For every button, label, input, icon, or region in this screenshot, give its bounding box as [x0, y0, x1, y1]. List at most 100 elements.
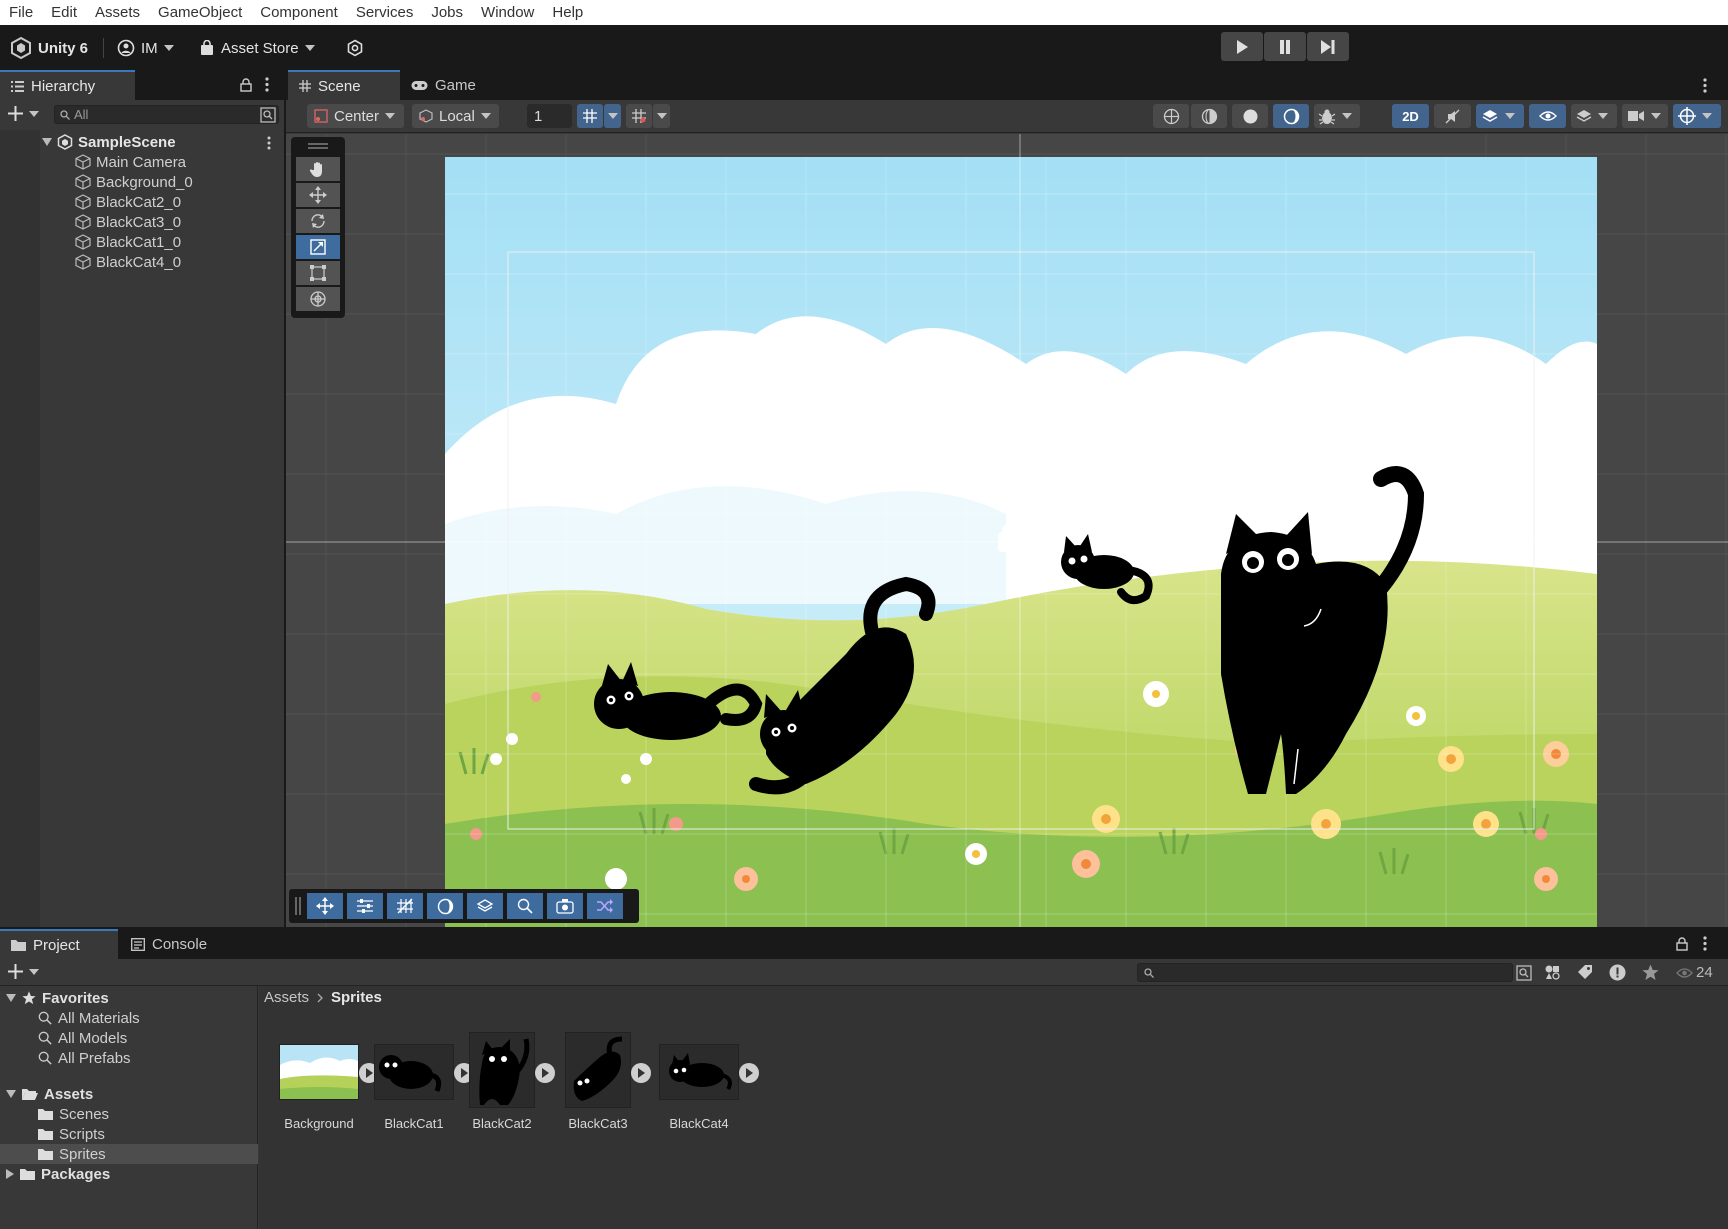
folder-row-selected[interactable]: Sprites — [0, 1144, 258, 1164]
lock-icon[interactable] — [240, 78, 252, 92]
asset-item-background[interactable]: Background — [279, 1044, 379, 1154]
move-tool-button[interactable] — [296, 183, 340, 207]
pivot-mode-dropdown[interactable]: Center — [307, 104, 404, 128]
favorite-item[interactable]: All Models — [0, 1028, 258, 1048]
folder-row[interactable]: Scripts — [0, 1124, 258, 1144]
pause-button[interactable] — [1264, 32, 1306, 61]
layers-dropdown[interactable] — [1571, 104, 1617, 128]
favorite-item[interactable]: All Prefabs — [0, 1048, 258, 1068]
asset-item-blackcat2[interactable]: BlackCat2 — [469, 1032, 565, 1154]
step-button[interactable] — [1307, 32, 1349, 61]
asset-item-blackcat1[interactable]: BlackCat1 — [374, 1044, 474, 1154]
menu-window[interactable]: Window — [472, 0, 543, 25]
assets-root-row[interactable]: Assets — [0, 1084, 258, 1104]
grid-size-input[interactable]: 1 — [527, 104, 572, 128]
tab-scene[interactable]: Scene — [288, 70, 400, 100]
filter-by-type-icon[interactable] — [1544, 964, 1561, 981]
overlay-grid-button[interactable] — [387, 893, 423, 919]
more-menu-icon[interactable] — [265, 77, 269, 92]
create-asset-button[interactable] — [8, 964, 39, 979]
overlay-lighting-button[interactable] — [427, 893, 463, 919]
visible-count-toggle[interactable]: 24 — [1676, 964, 1713, 981]
shaded-toggle[interactable] — [1232, 104, 1268, 128]
scene-more-icon[interactable] — [267, 136, 271, 150]
increment-snap-dropdown[interactable] — [653, 104, 670, 128]
tab-game[interactable]: Game — [400, 70, 500, 100]
more-menu-icon[interactable] — [1703, 936, 1707, 951]
menu-services[interactable]: Services — [347, 0, 423, 25]
menu-edit[interactable]: Edit — [42, 0, 86, 25]
view-tool-button[interactable] — [296, 157, 340, 181]
project-search-input[interactable] — [1137, 963, 1513, 982]
overlay-search-button[interactable] — [507, 893, 543, 919]
tab-hierarchy[interactable]: Hierarchy — [0, 70, 135, 100]
expand-sprite-button[interactable] — [631, 1063, 651, 1083]
gizmos-dropdown[interactable] — [1673, 104, 1721, 128]
drag-handle[interactable] — [295, 897, 297, 915]
increment-snap-toggle[interactable] — [626, 104, 652, 128]
add-object-button[interactable] — [8, 106, 39, 121]
lock-icon[interactable] — [1676, 937, 1688, 951]
hierarchy-item[interactable]: BlackCat2_0 — [75, 192, 181, 212]
scene-viewport[interactable] — [286, 134, 1728, 927]
search-filter-icon[interactable] — [260, 107, 276, 123]
overlay-settings-button[interactable] — [347, 893, 383, 919]
menu-help[interactable]: Help — [543, 0, 592, 25]
grid-snap-toggle[interactable] — [577, 104, 603, 128]
wireframe-toggle[interactable] — [1191, 104, 1227, 128]
tab-project[interactable]: Project — [0, 929, 118, 959]
menu-component[interactable]: Component — [251, 0, 347, 25]
effects-dropdown[interactable] — [1476, 104, 1524, 128]
favorite-item[interactable]: All Materials — [0, 1008, 258, 1028]
scale-tool-button[interactable] — [296, 235, 340, 259]
expand-sprite-button[interactable] — [535, 1063, 555, 1083]
tab-console[interactable]: Console — [120, 929, 230, 959]
favorites-row[interactable]: Favorites — [0, 988, 258, 1008]
search-filter-icon[interactable] — [1516, 965, 1532, 981]
drag-handle[interactable] — [308, 143, 328, 145]
hierarchy-item[interactable]: BlackCat4_0 — [75, 252, 181, 272]
breadcrumb-root[interactable]: Assets — [264, 989, 309, 1006]
overlay-move-button[interactable] — [307, 893, 343, 919]
transform-tool-button[interactable] — [296, 287, 340, 311]
hierarchy-item[interactable]: Background_0 — [75, 172, 193, 192]
camera-settings-dropdown[interactable] — [1622, 104, 1668, 128]
folder-row[interactable]: Scenes — [0, 1104, 258, 1124]
unity-version-button[interactable]: Unity 6 — [10, 33, 88, 63]
hierarchy-item[interactable]: Main Camera — [75, 152, 186, 172]
overlay-shuffle-button[interactable] — [587, 893, 623, 919]
account-dropdown[interactable]: IM — [117, 33, 174, 63]
grid-snap-dropdown[interactable] — [604, 104, 621, 128]
packages-row[interactable]: Packages — [0, 1164, 258, 1184]
menu-jobs[interactable]: Jobs — [422, 0, 472, 25]
audio-toggle[interactable] — [1434, 104, 1471, 128]
pivot-rotation-dropdown[interactable]: Local — [412, 104, 499, 128]
rect-tool-button[interactable] — [296, 261, 340, 285]
menu-file[interactable]: File — [0, 0, 42, 25]
orientation-toggle[interactable] — [1153, 104, 1189, 128]
asset-item-blackcat3[interactable]: BlackCat3 — [565, 1032, 661, 1154]
mode-2d-toggle[interactable]: 2D — [1392, 104, 1429, 128]
debug-draw-dropdown[interactable] — [1314, 104, 1360, 128]
hierarchy-item[interactable]: BlackCat1_0 — [75, 232, 181, 252]
cloud-services-button[interactable] — [346, 33, 364, 63]
unlit-toggle[interactable] — [1273, 104, 1309, 128]
hierarchy-search-input[interactable]: All — [54, 105, 279, 124]
scene-root-row[interactable]: SampleScene — [42, 132, 282, 152]
hierarchy-item[interactable]: BlackCat3_0 — [75, 212, 181, 232]
filter-by-label-icon[interactable] — [1577, 964, 1593, 980]
menu-assets[interactable]: Assets — [86, 0, 149, 25]
rotate-tool-button[interactable] — [296, 209, 340, 233]
gizmo-globe-icon — [1678, 107, 1696, 125]
star-icon[interactable] — [1642, 964, 1659, 981]
overlay-camera-button[interactable] — [547, 893, 583, 919]
asset-item-blackcat4[interactable]: BlackCat4 — [659, 1044, 759, 1154]
expand-sprite-button[interactable] — [739, 1063, 759, 1083]
scene-visibility-toggle[interactable] — [1529, 104, 1566, 128]
menu-gameobject[interactable]: GameObject — [149, 0, 251, 25]
more-menu-icon[interactable] — [1703, 78, 1707, 93]
overlay-layers-button[interactable] — [467, 893, 503, 919]
warning-filter-icon[interactable] — [1609, 964, 1626, 981]
asset-store-dropdown[interactable]: Asset Store — [199, 33, 315, 63]
play-button[interactable] — [1221, 32, 1263, 61]
